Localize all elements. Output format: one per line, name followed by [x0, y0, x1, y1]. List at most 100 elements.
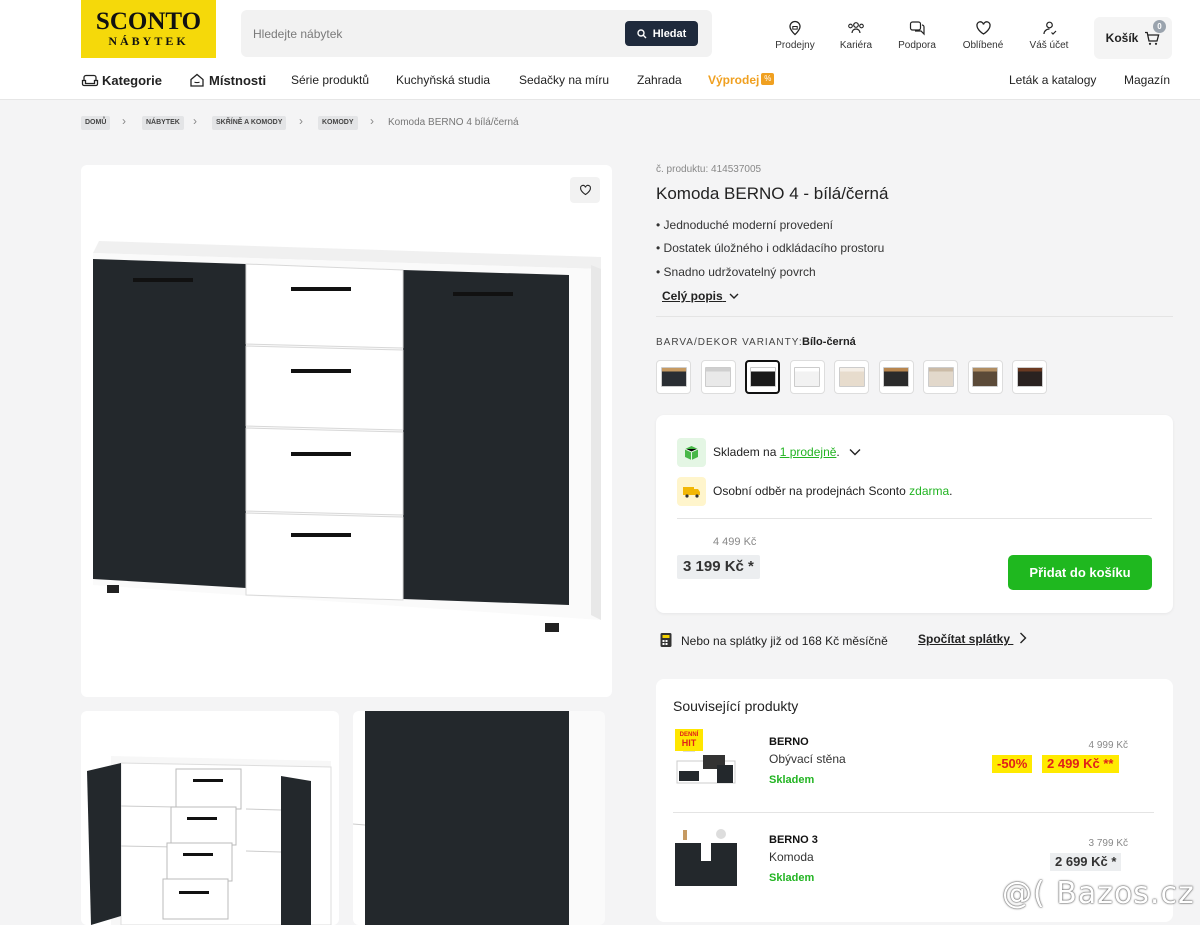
nav-mistnosti[interactable]: Místnosti [189, 73, 266, 88]
chat-icon [909, 21, 925, 36]
divider [673, 812, 1154, 813]
nav-sedacky-na-miru[interactable]: Sedačky na míru [519, 73, 609, 87]
product-photo [87, 756, 332, 925]
breadcrumb-current: Komoda BERNO 4 bílá/černá [388, 117, 519, 128]
product-title: Komoda BERNO 4 - bílá/černá [656, 184, 889, 203]
cart-button[interactable]: Košík 0 [1094, 17, 1172, 59]
related-product-name[interactable]: BERNO [769, 736, 809, 748]
variant-swatch[interactable] [1012, 360, 1047, 394]
product-feature: • Jednoduché moderní provedení [656, 218, 833, 232]
product-main-image[interactable] [81, 165, 612, 697]
stock-store-link[interactable]: 1 prodejně [780, 445, 837, 459]
header-link-label: Váš účet [1029, 40, 1069, 51]
variant-value: Bílo-černá [802, 336, 856, 348]
product-feature: • Snadno udržovatelný povrch [656, 265, 816, 279]
search-button[interactable]: Hledat [625, 21, 698, 46]
header-link-label: Prodejny [775, 40, 815, 51]
add-to-cart-button[interactable]: Přidat do košíku [1008, 555, 1152, 590]
nav-label: Místnosti [209, 73, 267, 88]
chevron-right-icon: › [299, 114, 303, 128]
related-product-stock: Skladem [769, 774, 815, 786]
variant-swatch[interactable] [789, 360, 825, 394]
product-code: č. produktu: 414537005 [656, 164, 762, 175]
product-feature: • Dostatek úložného i odkládacího prosto… [656, 241, 885, 255]
related-product-image[interactable]: DENNÍ HIT [673, 727, 741, 789]
related-title: Související produkty [673, 698, 799, 714]
nav-zahrada[interactable]: Zahrada [637, 73, 682, 87]
related-product-stock: Skladem [769, 872, 815, 884]
header-link-support[interactable]: Podpora [887, 20, 947, 51]
heart-icon [975, 21, 991, 35]
bazos-watermark: @( Bazos.cz [1002, 876, 1195, 911]
logo-subtext: NÁBYTEK [108, 34, 189, 48]
product-photo [93, 241, 601, 632]
feature-text: Snadno udržovatelný povrch [663, 265, 816, 279]
stock-icon-box [677, 438, 706, 467]
breadcrumb-item[interactable]: DOMŮ [81, 116, 111, 130]
add-to-wishlist-button[interactable] [570, 177, 600, 203]
truck-icon [683, 487, 700, 498]
nav-serie-produktu[interactable]: Série produktů [291, 73, 369, 87]
related-product-image[interactable] [673, 826, 741, 890]
installment-link-label: Spočítat splátky [918, 632, 1011, 646]
logo-text: SCONTO [95, 8, 202, 35]
calculate-installments-link[interactable]: Spočítat splátky [918, 632, 1027, 646]
breadcrumb-item[interactable]: SKŘÍNĚ A KOMODY [212, 116, 287, 130]
calculator-icon [660, 633, 672, 647]
discount-badge: -50% [992, 755, 1033, 773]
cart-count-badge: 0 [1153, 20, 1166, 33]
nav-kategorie[interactable]: Kategorie [81, 73, 162, 88]
variant-swatch[interactable] [834, 360, 869, 394]
related-product-name[interactable]: BERNO 3 [769, 834, 818, 846]
nav-label: Kategorie [102, 73, 162, 88]
header-link-career[interactable]: Kariéra [826, 20, 886, 51]
product-photo [353, 711, 605, 925]
divider [656, 316, 1173, 317]
variant-label: BARVA/DEKOR VARIANTY: [656, 337, 803, 348]
related-product-type: Obývací stěna [769, 752, 846, 766]
search-icon [636, 28, 647, 38]
house-icon [190, 73, 204, 87]
variant-swatch[interactable] [878, 360, 914, 394]
nav-magazin[interactable]: Magazín [1124, 73, 1170, 87]
variant-swatch[interactable] [967, 360, 1003, 394]
breadcrumb-item[interactable]: NÁBYTEK [142, 116, 184, 130]
swatch-preview [749, 367, 776, 387]
header-link-favorites[interactable]: Oblíbené [953, 20, 1013, 51]
nav-kuchynska-studia[interactable]: Kuchyňská studia [396, 73, 490, 87]
current-price: 3 199 Kč * [677, 555, 760, 579]
header-link-label: Kariéra [839, 40, 873, 51]
related-price: 2 699 Kč * [1050, 853, 1122, 871]
chevron-right-icon: › [370, 114, 374, 128]
header-link-label: Oblíbené [962, 40, 1004, 51]
product-thumbnail-detail[interactable] [353, 711, 605, 925]
nav-letak-katalogy[interactable]: Leták a katalogy [1009, 73, 1096, 87]
heart-icon [579, 184, 591, 196]
variant-swatch[interactable] [656, 360, 691, 394]
chevron-down-icon[interactable] [849, 448, 861, 456]
site-header: SCONTO NÁBYTEK Hledat Prodejny Kariéra P… [0, 0, 1200, 100]
breadcrumb-item[interactable]: KOMODY [318, 116, 358, 130]
variant-swatch[interactable] [700, 360, 736, 394]
sofa-icon [81, 74, 99, 87]
pickup-icon-box [677, 477, 706, 506]
nav-vyprodej[interactable]: Výprodej% [708, 73, 775, 87]
header-link-account[interactable]: Váš účet [1019, 20, 1079, 51]
search-button-label: Hledat [652, 27, 687, 40]
header-link-label: Podpora [898, 40, 936, 51]
swatch-preview [794, 367, 820, 387]
variant-swatch[interactable] [745, 360, 780, 394]
product-thumbnail-open[interactable] [81, 711, 339, 925]
swatch-preview [1016, 367, 1043, 387]
people-icon [848, 22, 864, 34]
nav-label: Výprodej [708, 73, 760, 87]
sconto-logo[interactable]: SCONTO NÁBYTEK [81, 0, 216, 58]
badge-line2: HIT [681, 738, 697, 748]
full-description-link[interactable]: Celý popis [662, 289, 739, 303]
product-photo [675, 829, 737, 886]
search-input[interactable] [241, 10, 621, 57]
store-pin-icon [789, 20, 801, 36]
header-link-stores[interactable]: Prodejny [765, 20, 825, 51]
variant-swatch[interactable] [923, 360, 958, 394]
chevron-right-icon: › [193, 114, 197, 128]
